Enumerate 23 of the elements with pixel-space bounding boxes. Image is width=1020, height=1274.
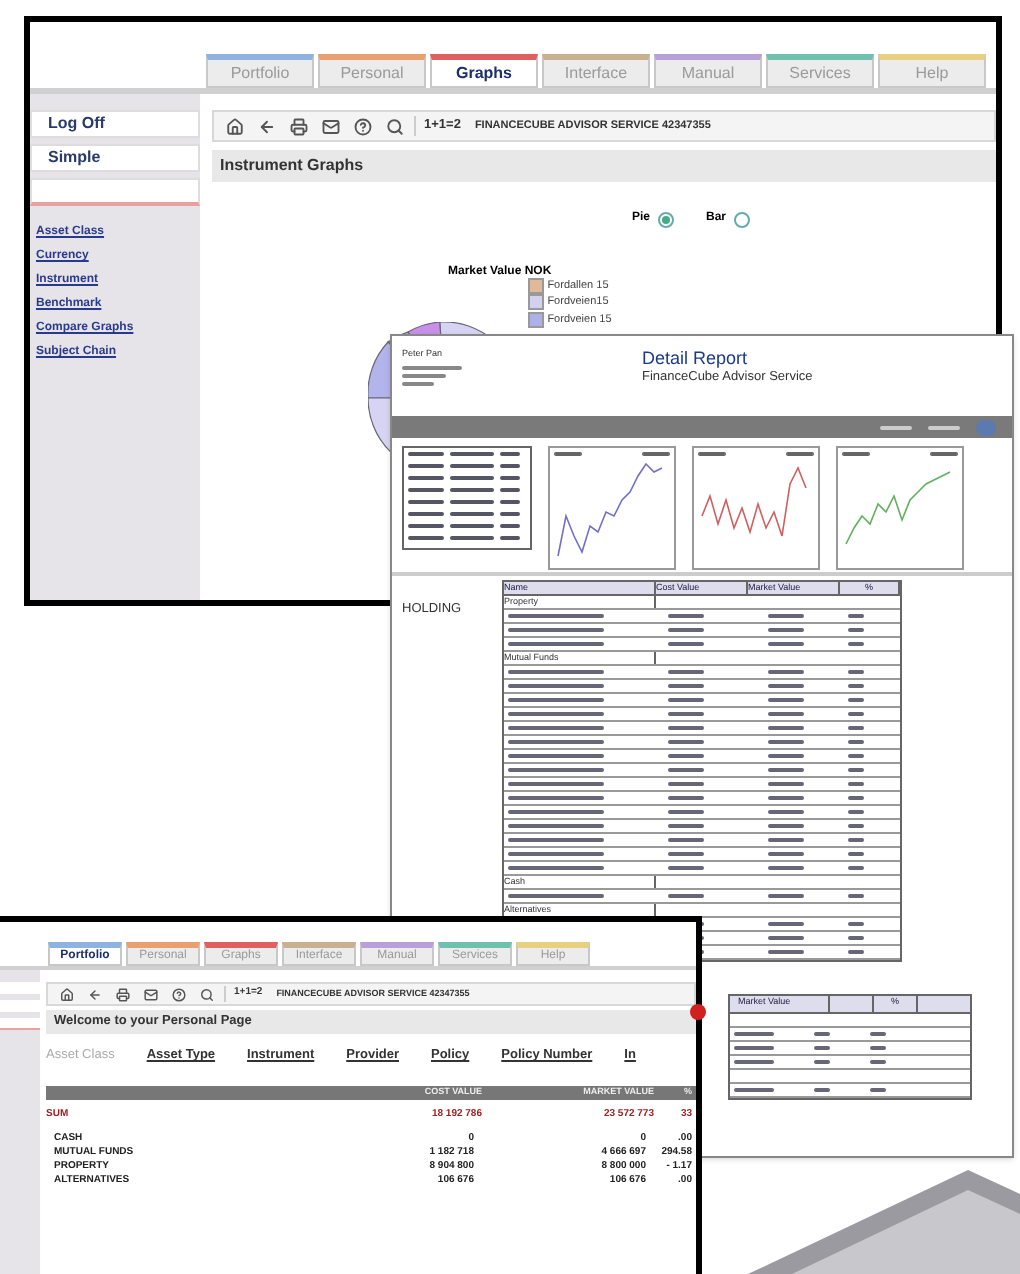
logo-icon <box>976 419 996 435</box>
home-icon[interactable] <box>60 987 74 1001</box>
back-arrow-icon[interactable] <box>88 987 102 1001</box>
sidebar-button[interactable]: Simple <box>30 144 200 172</box>
blurred-text <box>402 381 434 386</box>
help-icon[interactable] <box>172 987 186 1001</box>
search-icon[interactable] <box>386 117 404 135</box>
mail-icon[interactable] <box>144 987 158 1001</box>
search-icon[interactable] <box>200 987 214 1001</box>
blurred-text <box>402 365 462 370</box>
radio-button[interactable] <box>658 211 675 227</box>
home-icon[interactable] <box>226 117 244 135</box>
help-icon[interactable] <box>354 117 372 135</box>
tab[interactable]: Graphs <box>430 54 538 88</box>
report-title: Detail Report <box>642 348 750 368</box>
printer-icon[interactable] <box>116 987 130 1001</box>
back-arrow-icon[interactable] <box>258 117 276 135</box>
sidebar-button[interactable]: Log Off <box>30 110 200 138</box>
blurred-text <box>402 373 446 378</box>
mail-icon[interactable] <box>322 117 340 135</box>
page-title: Instrument Graphs <box>212 150 996 182</box>
radio-button[interactable] <box>734 211 751 227</box>
printer-icon[interactable] <box>290 117 308 135</box>
